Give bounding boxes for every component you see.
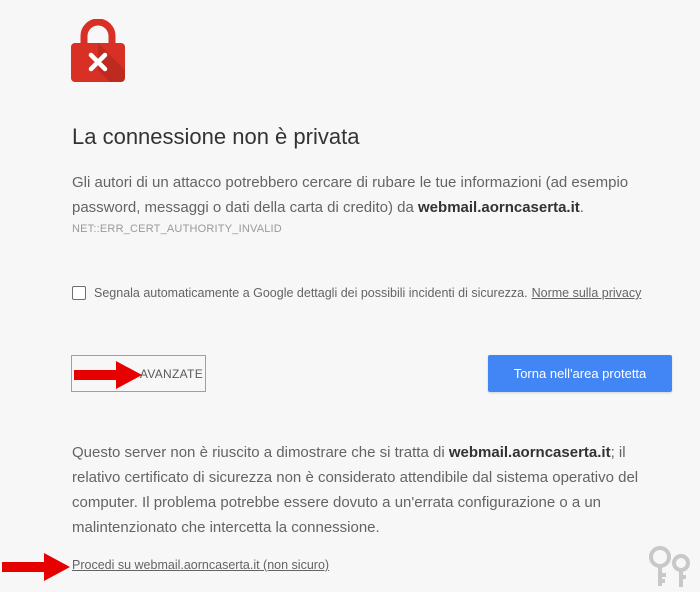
main-message: Gli autori di un attacco potrebbero cerc… [72,170,642,220]
message-text-end: . [579,199,584,216]
red-arrow-icon [74,360,144,395]
red-arrow-icon [2,552,72,587]
details-domain: webmail.aorncaserta.it [448,444,611,461]
report-label: Segnala automaticamente a Google dettagl… [94,286,528,300]
privacy-policy-link[interactable]: Norme sulla privacy [532,286,642,300]
report-row: Segnala automaticamente a Google dettagl… [72,282,682,304]
back-to-safety-button[interactable]: Torna nell'area protetta [488,355,672,392]
lock-error-icon [71,18,125,82]
report-checkbox[interactable] [72,286,86,300]
error-code: NET::ERR_CERT_AUTHORITY_INVALID [72,223,282,235]
key-icon [647,544,695,587]
details-text: Questo server non è riuscito a dimostrar… [72,444,449,461]
proceed-unsafe-link[interactable]: Procedi su webmail.aorncaserta.it (non s… [72,558,329,572]
message-domain: webmail.aorncaserta.it [418,199,580,216]
details-paragraph: Questo server non è riuscito a dimostrar… [72,440,662,540]
page-title: La connessione non è privata [72,124,360,149]
